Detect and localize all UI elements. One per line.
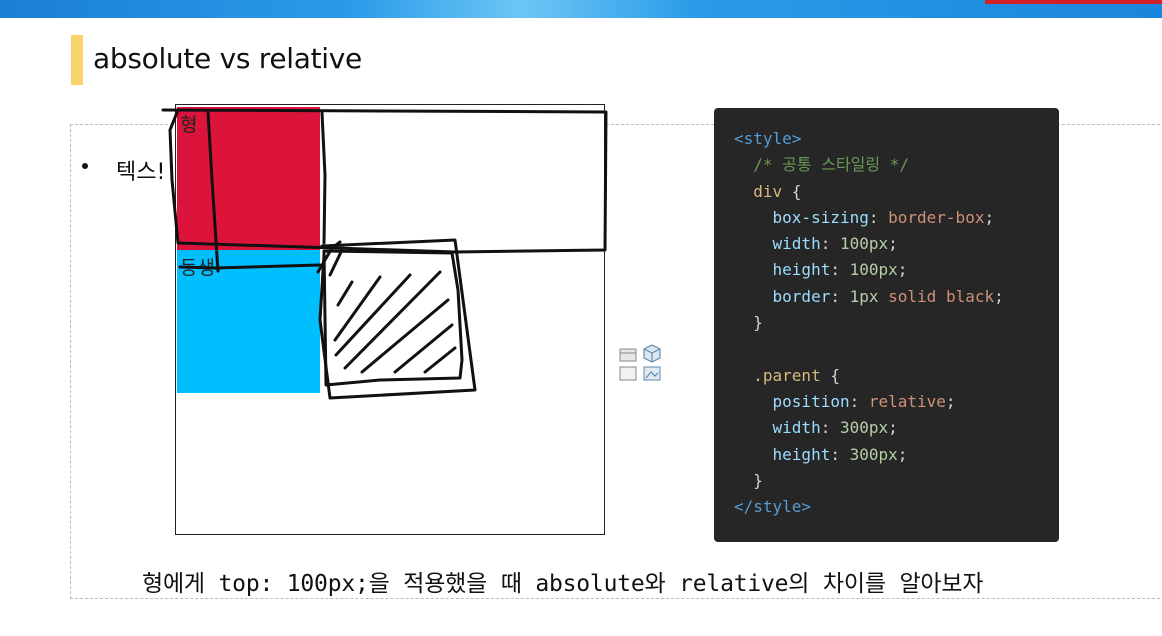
code-line: <style>	[734, 126, 1059, 152]
slide-object-icons[interactable]	[618, 343, 662, 385]
top-banner-accent	[985, 0, 1162, 4]
code-token: height	[772, 444, 831, 464]
code-line: }	[734, 310, 1059, 336]
code-token: :	[830, 444, 850, 464]
code-token: ;	[897, 444, 908, 464]
code-token: ;	[897, 260, 908, 280]
code-token: solid black	[888, 286, 995, 306]
code-token: :	[849, 391, 869, 411]
code-token: 300px	[849, 444, 898, 464]
code-token: 1px	[849, 286, 879, 306]
code-token: :	[830, 286, 850, 306]
code-token: 100px	[849, 260, 898, 280]
code-token: 100px	[839, 234, 889, 254]
code-token: }	[734, 313, 763, 333]
code-token: :	[820, 418, 840, 438]
code-token: height	[772, 260, 831, 280]
code-token: :	[820, 234, 840, 254]
code-token: /* 공통 스타일링 */	[753, 155, 910, 175]
code-line: /* 공통 스타일링 */	[734, 152, 1059, 178]
bullet-text: 텍스!	[116, 160, 166, 185]
code-line: div {	[734, 179, 1059, 205]
bullet-icon	[82, 163, 88, 169]
code-token: <style>	[734, 129, 802, 148]
code-token: ;	[888, 234, 898, 254]
title-accent-bar	[71, 35, 83, 85]
table-icon[interactable]	[619, 348, 637, 362]
code-token: border-box	[888, 207, 985, 227]
code-token: ;	[994, 286, 1004, 306]
code-token: width	[772, 234, 821, 254]
video-icon[interactable]	[619, 366, 637, 381]
code-token: border	[772, 286, 831, 306]
code-token: ;	[888, 418, 898, 438]
code-token: 300px	[839, 418, 889, 438]
code-token: </style>	[734, 497, 812, 517]
older-sibling-box	[177, 107, 320, 250]
code-line: }	[734, 468, 1059, 494]
code-lines: <style> /* 공통 스타일링 */ div { box-sizing: …	[734, 126, 1059, 520]
code-line: </style>	[734, 494, 1059, 520]
code-token: width	[772, 418, 821, 438]
code-token: :	[830, 260, 850, 280]
code-token: position	[772, 391, 850, 411]
code-token: ;	[945, 391, 956, 411]
code-token: box-sizing	[772, 207, 869, 227]
code-token: {	[782, 181, 802, 201]
slide-caption: 형에게 top: 100px;을 적용했을 때 absolute와 relati…	[142, 571, 984, 597]
younger-sibling-label: 동생	[180, 257, 215, 279]
code-line: .parent {	[734, 363, 1059, 389]
code-line: width: 300px;	[734, 415, 1059, 441]
code-line: box-sizing: border-box;	[734, 205, 1059, 231]
code-line: border: 1px solid black;	[734, 284, 1059, 310]
code-token: :	[868, 207, 889, 227]
slide-title: absolute vs relative	[93, 42, 362, 75]
code-line: height: 300px;	[734, 442, 1059, 468]
code-line: position: relative;	[734, 389, 1059, 415]
code-token: }	[734, 470, 763, 490]
code-token: {	[820, 365, 840, 385]
older-sibling-label: 형	[180, 114, 198, 136]
3d-model-icon[interactable]	[643, 344, 661, 363]
code-token: ;	[984, 207, 995, 227]
code-token: relative	[868, 391, 946, 411]
picture-icon[interactable]	[643, 366, 661, 381]
code-panel: <style> /* 공통 스타일링 */ div { box-sizing: …	[714, 108, 1059, 542]
code-line: height: 100px;	[734, 257, 1059, 283]
code-token: div	[753, 181, 783, 201]
code-line: width: 100px;	[734, 231, 1059, 257]
code-token: .parent	[753, 365, 821, 385]
